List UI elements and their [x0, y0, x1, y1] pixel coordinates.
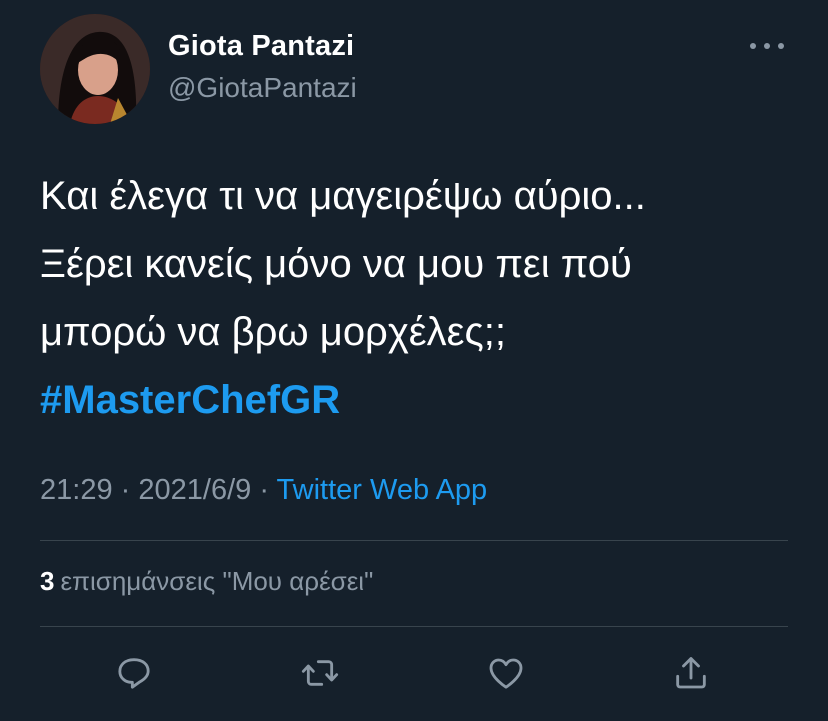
retweet-icon: [301, 660, 339, 686]
tweet-source-link[interactable]: Twitter Web App: [277, 474, 488, 506]
reply-button[interactable]: [111, 650, 157, 696]
user-handle[interactable]: @GiotaPantazi: [168, 72, 357, 104]
like-button[interactable]: [483, 650, 529, 696]
tweet-line: Ξέρει κανείς μόνο να μου πει πού: [40, 242, 632, 286]
divider: [40, 626, 788, 627]
divider: [40, 540, 788, 541]
meta-separator: ·: [120, 474, 131, 506]
share-icon: [676, 657, 706, 689]
action-bar: [0, 650, 828, 700]
share-button[interactable]: [668, 650, 714, 696]
tweet-line: Και έλεγα τι να μαγειρέψω αύριο...: [40, 174, 646, 218]
display-name[interactable]: Giota Pantazi: [168, 30, 354, 63]
tweet-time[interactable]: 21:29: [40, 474, 113, 506]
like-icon: [489, 658, 523, 689]
tweet-line: μπορώ να βρω μορχέλες;;: [40, 310, 506, 354]
meta-separator: ·: [259, 474, 269, 506]
dot: [778, 43, 784, 49]
avatar[interactable]: [40, 14, 150, 124]
reply-icon: [118, 658, 150, 689]
likes-label: επισημάνσεις "Μου αρέσει": [60, 566, 374, 596]
more-options-icon[interactable]: [750, 36, 784, 56]
hashtag-link[interactable]: #MasterChefGR: [40, 366, 800, 434]
likes-summary[interactable]: 3 επισημάνσεις "Μου αρέσει": [40, 566, 373, 597]
tweet-date[interactable]: 2021/6/9: [138, 474, 251, 506]
retweet-button[interactable]: [297, 650, 343, 696]
likes-count: 3: [40, 566, 55, 596]
tweet-text: Και έλεγα τι να μαγειρέψω αύριο... Ξέρει…: [40, 162, 800, 434]
avatar-image: [40, 14, 150, 124]
tweet-meta: 21:29 · 2021/6/9 · Twitter Web App: [40, 474, 487, 507]
dot: [750, 43, 756, 49]
dot: [764, 43, 770, 49]
